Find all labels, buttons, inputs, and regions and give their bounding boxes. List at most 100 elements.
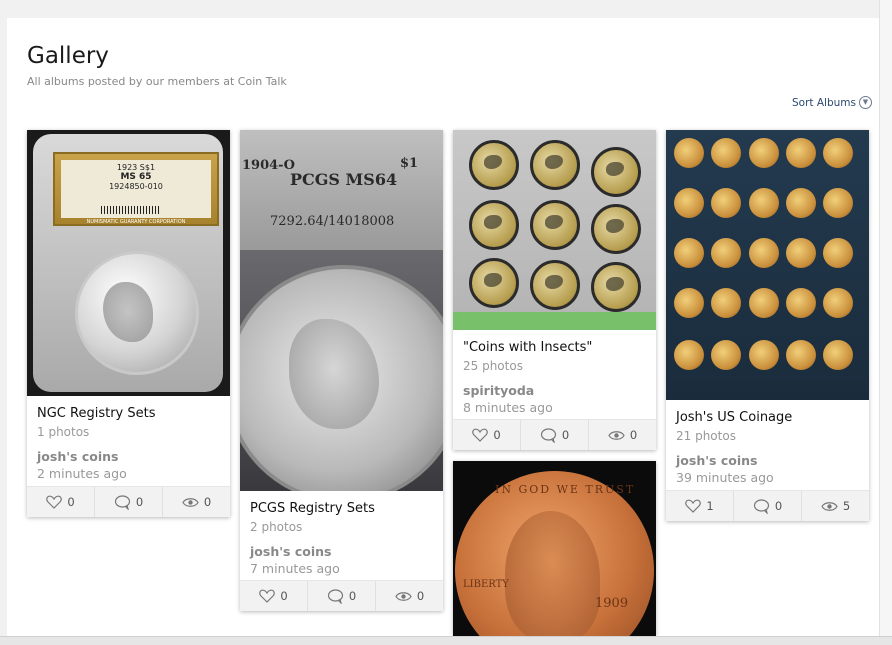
album-thumbnail[interactable]: 1923 S$1 MS 65 1924850-010 NUMISMATIC GU…	[27, 130, 230, 396]
eye-icon	[821, 501, 838, 511]
slab-label-line: MS 65	[120, 172, 152, 182]
dime-coin	[711, 288, 741, 318]
comment-stat[interactable]: 0	[521, 420, 589, 450]
album-time: 7 minutes ago	[250, 561, 340, 576]
coin-portrait	[103, 282, 153, 342]
slab-label: 1923 S$1 MS 65 1924850-010 NUMISMATIC GU…	[53, 152, 219, 226]
slab-label-line: 1923 S$1	[116, 163, 156, 172]
album-thumbnail[interactable]	[666, 130, 869, 400]
album-photo-count: 21 photos	[676, 429, 736, 443]
comment-count: 0	[348, 589, 357, 603]
insect-coin	[530, 140, 580, 190]
comment-stat[interactable]: 0	[308, 581, 376, 611]
comment-count: 0	[135, 495, 144, 509]
comment-count: 0	[774, 499, 783, 513]
heart-icon	[472, 428, 489, 442]
eye-icon	[608, 430, 625, 440]
like-stat[interactable]: 0	[240, 581, 308, 611]
chevron-down-circle-icon: ▼	[858, 96, 872, 109]
album-author[interactable]: josh's coins	[250, 544, 433, 559]
like-count: 0	[280, 589, 288, 603]
album-photo-count: 1 photos	[37, 425, 90, 439]
dime-coin	[823, 138, 853, 168]
coin-portrait	[289, 319, 379, 429]
dime-coin	[674, 238, 704, 268]
insect-coin	[530, 200, 580, 250]
slab-image: 1923 S$1 MS 65 1924850-010 NUMISMATIC GU…	[33, 134, 223, 392]
sort-albums-label: Sort Albums	[792, 96, 856, 109]
page-scroll-edge	[879, 0, 892, 644]
page-subtitle: All albums posted by our members at Coin…	[27, 75, 287, 88]
like-count: 0	[67, 495, 75, 509]
comment-icon	[114, 494, 130, 510]
like-stat[interactable]: 0	[453, 420, 521, 450]
slab-label-line: 1904-O	[242, 158, 295, 173]
view-count: 0	[416, 589, 425, 603]
album-author[interactable]: josh's coins	[676, 453, 859, 468]
slab-label-line: NUMISMATIC GUARANTY CORPORATION	[86, 219, 186, 225]
barcode	[101, 206, 161, 214]
comment-stat[interactable]: 0	[734, 491, 802, 521]
album-author[interactable]: josh's coins	[37, 449, 220, 464]
coin-legend: LIBERTY	[463, 579, 509, 590]
dime-coin	[711, 138, 741, 168]
slab-label: 1904-O $1 PCGS MS64 7292.64/14018008	[240, 130, 443, 250]
album-card[interactable]: 1904-O $1 PCGS MS64 7292.64/14018008 PCG…	[240, 130, 443, 611]
dime-coin	[786, 138, 816, 168]
view-stat: 0	[589, 420, 656, 450]
dime-coin	[749, 340, 779, 370]
comment-count: 0	[561, 428, 570, 442]
album-stats: 0 0 0	[240, 580, 443, 611]
coin-date: 1909	[595, 596, 629, 611]
dime-coin	[749, 138, 779, 168]
slab-label-line: PCGS MS64	[290, 170, 398, 189]
album-photo-count: 2 photos	[250, 520, 303, 534]
album-time: 8 minutes ago	[463, 400, 553, 415]
album-title[interactable]: Josh's US Coinage	[676, 410, 859, 425]
album-card[interactable]: IN GOD WE TRUST LIBERTY 1909	[453, 461, 656, 636]
like-stat[interactable]: 0	[27, 487, 95, 517]
dime-coin	[823, 238, 853, 268]
dime-coin	[711, 188, 741, 218]
coin-portrait	[505, 511, 600, 636]
album-card[interactable]: 1923 S$1 MS 65 1924850-010 NUMISMATIC GU…	[27, 130, 230, 517]
album-thumbnail[interactable]: 1904-O $1 PCGS MS64 7292.64/14018008	[240, 130, 443, 491]
album-stats: 0 0 0	[453, 419, 656, 450]
dime-coin	[786, 238, 816, 268]
album-title[interactable]: "Coins with Insects"	[463, 340, 646, 355]
slab-label-line: 7292.64/14018008	[270, 214, 395, 229]
album-title[interactable]: NGC Registry Sets	[37, 406, 220, 421]
dime-coin	[711, 340, 741, 370]
view-count: 0	[629, 428, 638, 442]
dime-coin	[823, 288, 853, 318]
album-card[interactable]: "Coins with Insects" 25 photos spirityod…	[453, 130, 656, 450]
insect-coin	[591, 262, 641, 312]
album-stats: 1 0 5	[666, 490, 869, 521]
dime-coin	[711, 238, 741, 268]
coin-legend: IN GOD WE TRUST	[495, 483, 636, 496]
album-card[interactable]: Josh's US Coinage 21 photos josh's coins…	[666, 130, 869, 521]
like-count: 1	[706, 499, 714, 513]
dime-coin	[674, 340, 704, 370]
comment-stat[interactable]: 0	[95, 487, 163, 517]
heart-icon	[685, 499, 702, 513]
album-stats: 0 0 0	[27, 486, 230, 517]
dime-coin	[786, 188, 816, 218]
album-photo-count: 25 photos	[463, 359, 523, 373]
album-author[interactable]: spirityoda	[463, 383, 646, 398]
comment-icon	[327, 588, 343, 604]
eye-icon	[182, 497, 199, 507]
album-thumbnail[interactable]: IN GOD WE TRUST LIBERTY 1909	[453, 461, 656, 636]
dime-coin	[674, 138, 704, 168]
insect-coin	[469, 200, 519, 250]
eye-icon	[395, 591, 412, 601]
dime-coin	[674, 188, 704, 218]
like-count: 0	[493, 428, 501, 442]
slab-label-line: 1924850-010	[109, 182, 163, 191]
like-stat[interactable]: 1	[666, 491, 734, 521]
album-title[interactable]: PCGS Registry Sets	[250, 501, 433, 516]
sort-albums-button[interactable]: Sort Albums ▼	[792, 96, 872, 109]
album-thumbnail[interactable]	[453, 130, 656, 330]
dime-coin	[786, 288, 816, 318]
insect-coin	[469, 258, 519, 308]
